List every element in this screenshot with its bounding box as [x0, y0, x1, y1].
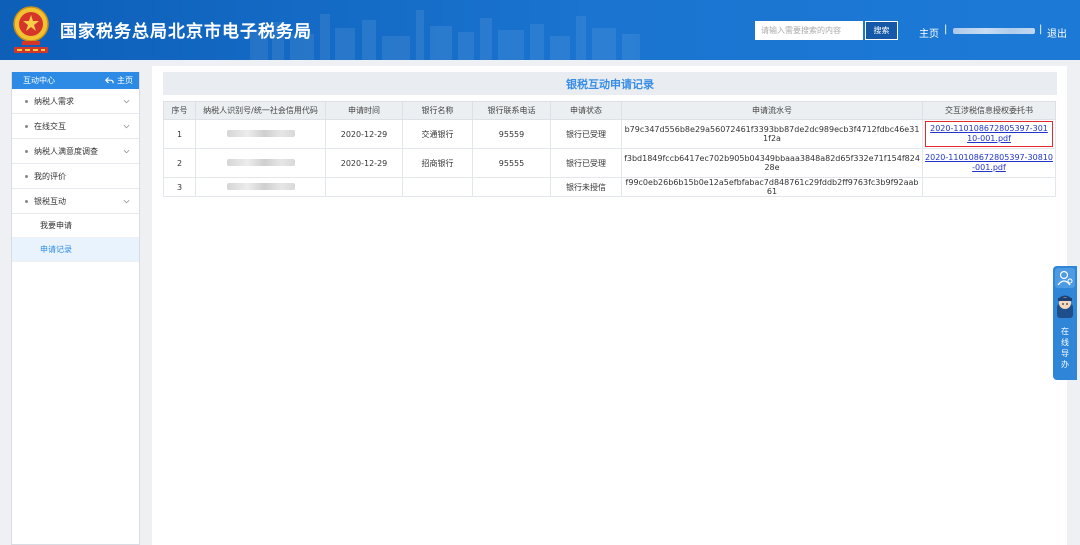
sidebar-item-taxpayer-needs[interactable]: 纳税人需求 — [12, 89, 139, 114]
emblem-caption-logo — [14, 47, 48, 53]
column-header: 银行名称 — [402, 101, 473, 120]
sidebar-item-label: 纳税人需求 — [34, 96, 74, 106]
table-row: 1 2020-12-29 交通银行 95559 银行已受理 b79c347d55… — [163, 119, 1056, 149]
user-service-icon[interactable] — [1055, 268, 1075, 288]
taxpayer-id-redacted — [226, 129, 295, 137]
tax-emblem-icon — [13, 6, 49, 45]
bank-name — [402, 177, 473, 197]
authorization-file-cell: 2020-110108672805397-30110-001.pdf — [922, 119, 1056, 149]
authorization-pdf-link[interactable]: 2020-110108672805397-30810-001.pdf — [925, 153, 1053, 173]
sidebar: 互动中心 主页 纳税人需求 在线交互 纳税人满意度调查 我的评价 银税互动 我要… — [11, 72, 140, 545]
column-header: 申请状态 — [550, 101, 622, 120]
authorization-file-cell — [922, 177, 1056, 197]
apply-date — [325, 177, 403, 197]
bank-name: 交通银行 — [402, 119, 473, 149]
nav-separator: | — [1039, 24, 1043, 35]
sidebar-item-bank-tax-interaction[interactable]: 银税互动 — [12, 189, 139, 214]
bullet-icon — [25, 174, 28, 178]
apply-status: 银行已受理 — [550, 119, 622, 149]
apply-status: 银行未授信 — [550, 177, 622, 197]
column-header: 银行联系电话 — [472, 101, 551, 120]
chevron-down-icon — [123, 99, 130, 103]
bank-phone: 95555 — [472, 148, 551, 178]
sidebar-header: 互动中心 主页 — [12, 72, 139, 89]
bank-phone: 95559 — [472, 119, 551, 149]
sidebar-title: 互动中心 — [23, 76, 55, 85]
chevron-down-icon — [123, 149, 130, 153]
column-header: 申请流水号 — [621, 101, 923, 120]
records-table: 序号 纳税人识别号/统一社会信用代码 申请时间 银行名称 银行联系电话 申请状态… — [163, 101, 1056, 197]
search-input[interactable] — [755, 21, 863, 40]
authorization-pdf-link[interactable]: 2020-110108672805397-30110-001.pdf — [929, 124, 1049, 144]
search-button[interactable]: 搜索 — [865, 21, 898, 40]
sidebar-item-my-evaluation[interactable]: 我的评价 — [12, 164, 139, 189]
guide-avatar-icon[interactable] — [1055, 294, 1075, 320]
serial-number: f3bd1849fccb6417ec702b905b04349bbaaa3848… — [621, 148, 923, 178]
taxpayer-id-redacted — [226, 182, 295, 190]
bullet-icon — [25, 149, 28, 153]
sidebar-item-label: 我的评价 — [34, 171, 66, 181]
taxpayer-id-cell — [195, 148, 326, 178]
sidebar-item-label: 在线交互 — [34, 121, 66, 131]
main-panel: 银税互动申请记录 序号 纳税人识别号/统一社会信用代码 申请时间 银行名称 银行… — [152, 66, 1067, 545]
serial-number: b79c347d556b8e29a56072461f3393bb87de2dc9… — [621, 119, 923, 149]
logout-link[interactable]: 退出 — [1047, 25, 1067, 40]
column-header: 序号 — [163, 101, 196, 120]
home-link[interactable]: 主页 — [919, 25, 939, 40]
apply-date: 2020-12-29 — [325, 119, 403, 149]
site-title: 国家税务总局北京市电子税务局 — [60, 22, 312, 42]
taxpayer-id-cell — [195, 119, 326, 149]
bullet-icon — [25, 99, 28, 103]
nav-separator: | — [944, 24, 948, 35]
page-title: 银税互动申请记录 — [163, 72, 1057, 95]
column-header: 申请时间 — [325, 101, 403, 120]
chevron-down-icon — [123, 124, 130, 128]
authorization-file-cell: 2020-110108672805397-30810-001.pdf — [922, 148, 1056, 178]
bank-name: 招商银行 — [402, 148, 473, 178]
sidebar-item-label: 银税互动 — [34, 196, 66, 206]
row-number: 3 — [163, 177, 196, 197]
user-name-redacted — [953, 28, 1035, 34]
bullet-icon — [25, 199, 28, 203]
column-header: 纳税人识别号/统一社会信用代码 — [195, 101, 326, 120]
table-header-row: 序号 纳税人识别号/统一社会信用代码 申请时间 银行名称 银行联系电话 申请状态… — [163, 101, 1056, 120]
sidebar-subitem-apply[interactable]: 我要申请 — [12, 214, 139, 238]
highlight-box: 2020-110108672805397-30110-001.pdf — [925, 121, 1053, 147]
back-arrow-icon — [105, 77, 114, 84]
row-number: 1 — [163, 119, 196, 149]
taxpayer-id-cell — [195, 177, 326, 197]
column-header: 交互涉税信息授权委托书 — [922, 101, 1056, 120]
table-row: 3 银行未授信 f99c0eb26b6b15b0e12a5efbfabac7d8… — [163, 177, 1056, 197]
sidebar-item-satisfaction-survey[interactable]: 纳税人满意度调查 — [12, 139, 139, 164]
apply-status: 银行已受理 — [550, 148, 622, 178]
bank-phone — [472, 177, 551, 197]
apply-date: 2020-12-29 — [325, 148, 403, 178]
bullet-icon — [25, 124, 28, 128]
sidebar-subitem-records[interactable]: 申请记录 — [12, 238, 139, 262]
top-header: 国家税务总局北京市电子税务局 搜索 主页 | | 退出 — [0, 0, 1080, 60]
taxpayer-id-redacted — [226, 158, 295, 166]
sidebar-home-label: 主页 — [117, 76, 133, 85]
sidebar-home-link[interactable]: 主页 — [105, 75, 133, 86]
chevron-down-icon — [123, 199, 130, 203]
table-row: 2 2020-12-29 招商银行 95555 银行已受理 f3bd1849fc… — [163, 148, 1056, 178]
sidebar-item-label: 纳税人满意度调查 — [34, 146, 98, 156]
online-guide-label[interactable]: 在线导办 — [1058, 326, 1072, 370]
sidebar-item-online-interaction[interactable]: 在线交互 — [12, 114, 139, 139]
row-number: 2 — [163, 148, 196, 178]
serial-number: f99c0eb26b6b15b0e12a5efbfabac7d848761c29… — [621, 177, 923, 197]
